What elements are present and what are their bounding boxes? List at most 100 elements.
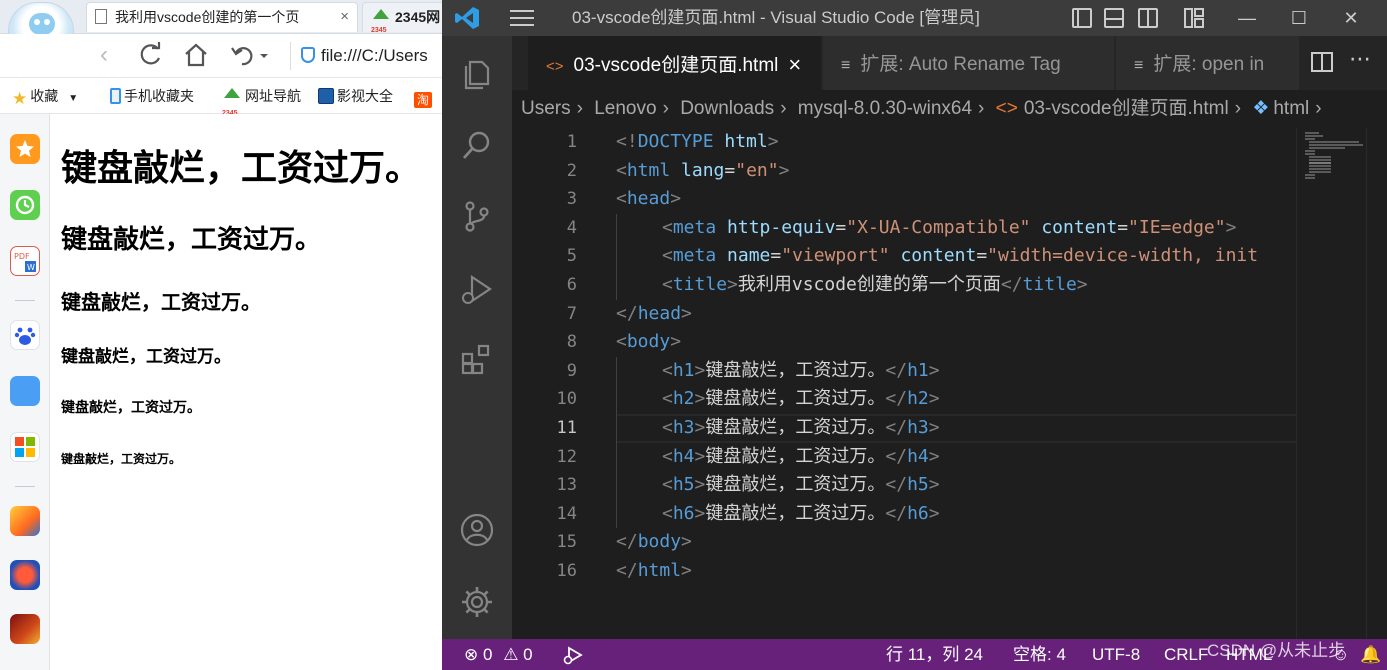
line-number-gutter: 1 2 3 4 5 6 7 8 9 10 11 12 13 14 15 16 [512,128,607,639]
vscode-logo-icon [454,6,480,30]
document-icon [95,9,107,24]
breadcrumb-item[interactable]: Users [521,98,571,119]
browser-nav-bar: ‹ file:///C:/Users [0,34,442,78]
line-number: 12 [556,446,577,467]
code-line-current: <h3>键盘敲烂，工资过万。</h3> [662,417,940,438]
address-bar[interactable]: file:///C:/Users [290,42,442,70]
breadcrumb-item[interactable]: Downloads [680,98,774,119]
bookmark-taobao[interactable]: 淘 [414,78,435,114]
close-tab-icon[interactable]: × [340,3,349,31]
notifications-icon[interactable]: 🔔 [1360,639,1381,670]
cursor-position[interactable]: 行 11，列 24 [886,639,983,670]
html-file-icon: <> [546,58,564,75]
bookmarks-bar: ★收藏 ▼ 手机收藏夹 网址导航 影视大全 淘 [0,78,442,132]
vscode-window: 03-vscode创建页面.html - Visual Studio Code … [442,0,1387,670]
address-text: file:///C:/Users [321,46,428,65]
toggle-sidebar-icon[interactable] [1072,8,1092,28]
watermark: CSDN @从未止步 [1207,641,1346,660]
encoding[interactable]: UTF-8 [1092,639,1140,670]
explorer-icon[interactable] [459,56,495,92]
favorites-icon[interactable] [10,134,40,164]
browser-tab-2345[interactable]: 2345网 [362,2,442,32]
code-line: </head> [616,302,692,324]
tab-auto-rename-tag[interactable]: ≡ 扩展: Auto Rename Tag [823,36,1115,90]
maximize-button[interactable]: ☐ [1274,0,1324,36]
game-orb-icon[interactable] [10,560,40,590]
bookmark-favorites[interactable]: ★ 收藏 ▼ [12,78,78,114]
manage-gear-icon[interactable] [459,584,495,620]
minimize-button[interactable]: — [1222,0,1272,36]
close-window-button[interactable]: ✕ [1326,0,1376,36]
undo-close-icon[interactable] [228,40,272,70]
line-number: 8 [566,332,577,353]
bookmark-label: 收藏 [30,88,59,104]
toggle-panel-icon[interactable] [1104,8,1124,28]
problems-indicator[interactable]: ⊗ 0 ⚠ 0 [464,639,533,670]
heading-h2: 键盘敲烂，工资过万。 [61,225,322,255]
refresh-icon[interactable] [136,40,164,70]
home-icon[interactable] [182,40,210,70]
line-ending[interactable]: CRLF [1164,639,1208,670]
bookmark-video[interactable]: 影视大全 [318,78,393,114]
code-text[interactable]: <!DOCTYPE html> <html lang="en"> <head> … [616,128,1296,639]
bookmark-mobile[interactable]: 手机收藏夹 [110,78,194,114]
minimap[interactable] [1296,128,1366,639]
menu-icon[interactable] [510,10,534,26]
breadcrumb-item[interactable]: Lenovo [594,98,656,119]
code-line: </body> [616,531,692,553]
title-bar: 03-vscode创建页面.html - Visual Studio Code … [442,0,1387,36]
line-number: 6 [566,275,577,295]
sidebar-divider [15,486,35,487]
line-number: 15 [556,532,577,553]
source-control-icon[interactable] [459,198,495,234]
debug-icon[interactable] [562,639,584,670]
bookmark-nav[interactable]: 网址导航 [222,78,301,132]
breadcrumb-item[interactable]: html [1273,98,1309,119]
windows-icon[interactable] [10,432,40,462]
line-number: 2 [566,160,577,181]
bookmark-label: 手机收藏夹 [124,88,194,104]
code-line: <h5>键盘敲烂，工资过万。</h5> [662,474,940,496]
back-icon[interactable]: ‹ [90,40,118,70]
dropdown-icon: ▼ [68,93,79,104]
pdf-convert-icon[interactable]: PDF W [10,246,40,276]
heading-h3: 键盘敲烂，工资过万。 [61,290,261,314]
account-icon[interactable] [459,512,495,548]
tab-open-in[interactable]: ≡ 扩展: open in [1116,36,1300,90]
more-actions-icon[interactable]: ⋯ [1349,46,1371,72]
tab-03-vscode-html[interactable]: <> 03-vscode创建页面.html × [528,36,822,90]
svg-text:PDF: PDF [14,252,30,261]
close-icon[interactable]: × [788,36,801,90]
vertical-scrollbar[interactable] [1366,128,1387,639]
mascot-icon [29,13,55,35]
toggle-secondary-sidebar-icon[interactable] [1138,8,1158,28]
chevron-right-icon: › [662,98,669,119]
breadcrumb-item[interactable]: mysql-8.0.30-winx64 [798,98,972,119]
customize-layout-icon[interactable] [1184,8,1204,28]
app-icon[interactable] [10,376,40,406]
run-debug-icon[interactable] [459,272,495,308]
history-icon[interactable] [10,190,40,220]
indentation[interactable]: 空格: 4 [1013,639,1066,670]
game-fish-icon[interactable] [10,506,40,536]
extensions-icon[interactable] [459,342,495,378]
heading-h6: 键盘敲烂，工资过万。 [61,452,182,466]
search-icon[interactable] [459,128,495,164]
split-editor-icon[interactable] [1311,52,1333,72]
line-number: 5 [566,246,577,267]
screen: 我利用vscode创建的第一个页 × 2345网 登录 ‹ file:///C:… [0,0,1387,670]
browser-tab-active[interactable]: 我利用vscode创建的第一个页 × [86,2,358,32]
baidu-icon[interactable] [10,320,40,350]
tab-label: 03-vscode创建页面.html [573,55,779,76]
code-line: <h2>键盘敲烂，工资过万。</h2> [662,388,940,410]
game-dragon-icon[interactable] [10,614,40,644]
heading-h4: 键盘敲烂，工资过万。 [61,347,231,367]
code-editor[interactable]: 1 2 3 4 5 6 7 8 9 10 11 12 13 14 15 16 <… [512,128,1387,639]
bookmark-label: 网址导航 [245,88,301,104]
preview-icon: ≡ [841,57,851,74]
line-number: 9 [566,360,577,381]
line-number: 1 [566,132,577,152]
breadcrumb-item[interactable]: 03-vscode创建页面.html [1024,98,1229,119]
chevron-right-icon: › [1315,98,1322,119]
warning-icon: ⚠ [503,645,519,664]
